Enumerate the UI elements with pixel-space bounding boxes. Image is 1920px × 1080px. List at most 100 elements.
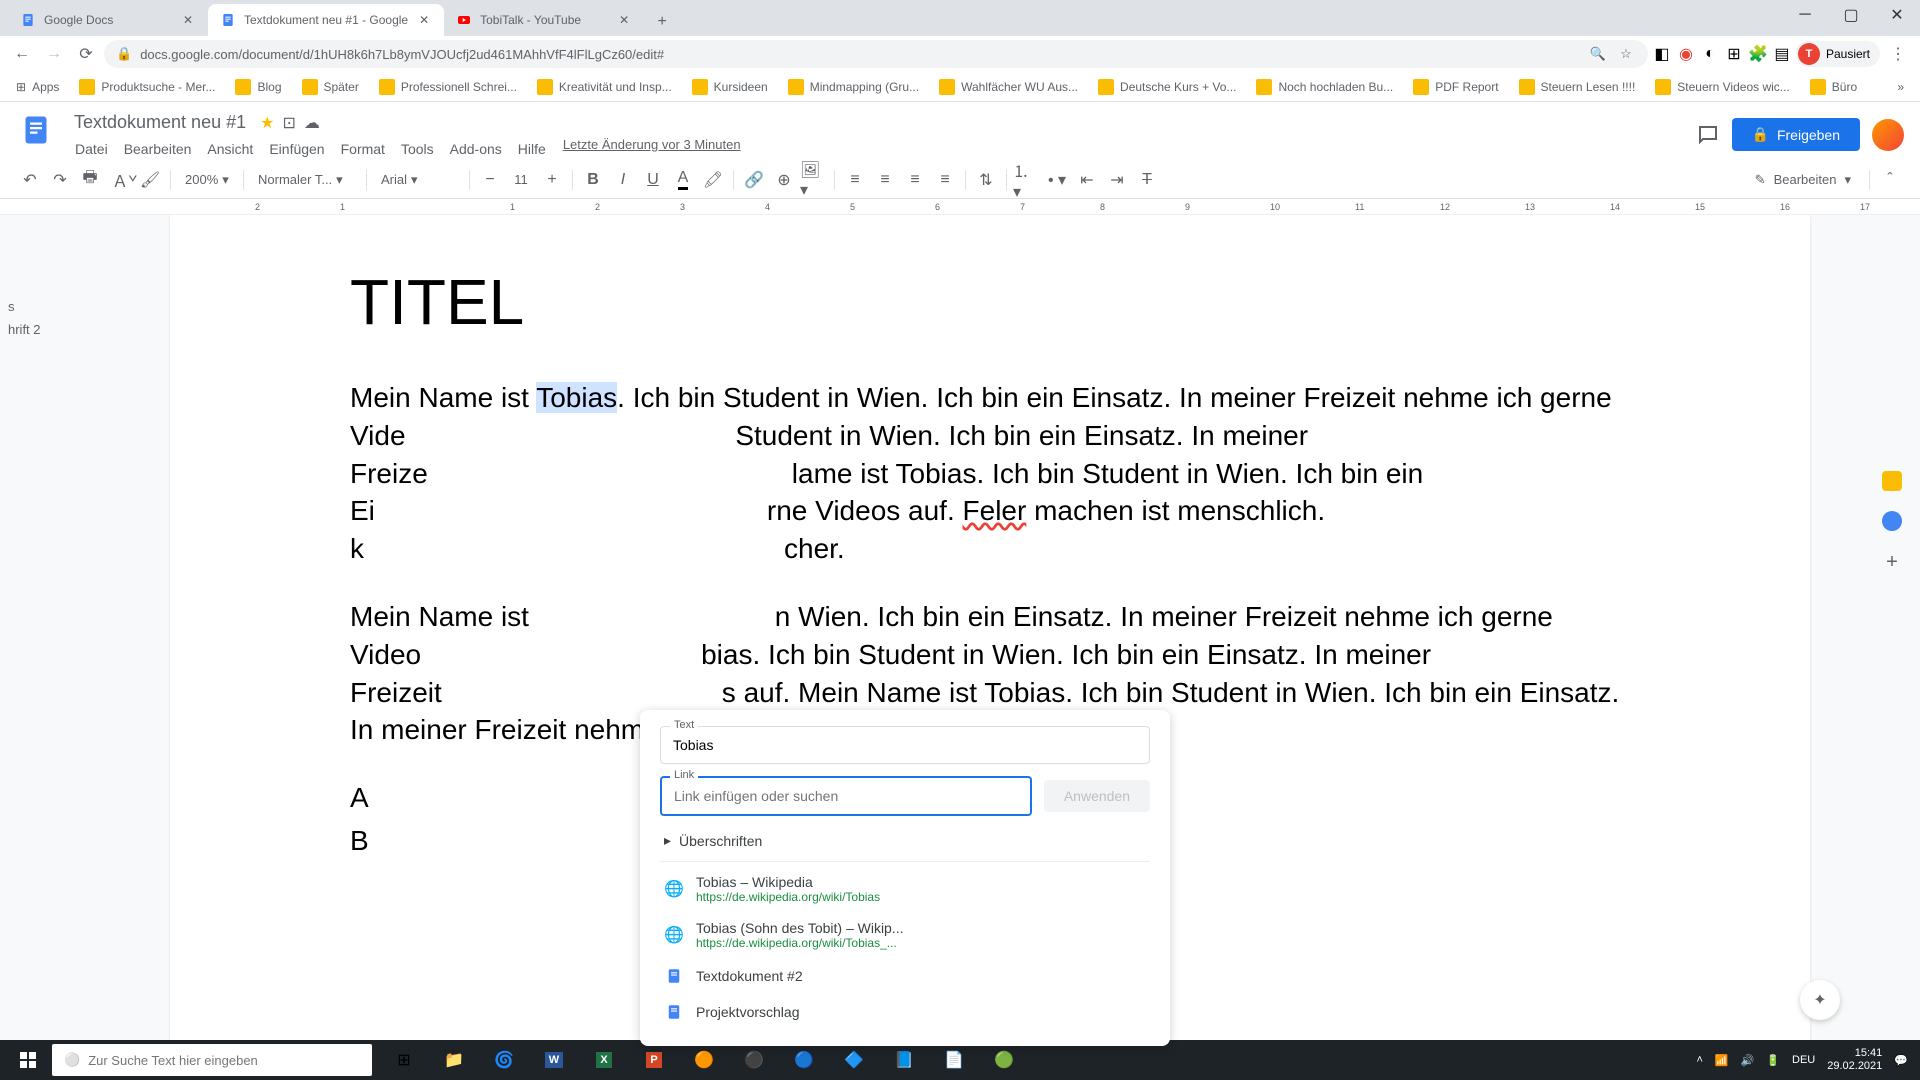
bookmark-item[interactable]: Noch hochladen Bu... [1248, 75, 1401, 99]
chrome-menu-button[interactable]: ⋮ [1884, 40, 1912, 68]
chrome-icon[interactable]: 🔵 [780, 1040, 828, 1080]
browser-tab[interactable]: Google Docs ✕ [8, 4, 208, 36]
move-icon[interactable]: ⊡ [282, 113, 295, 133]
bookmark-item[interactable]: PDF Report [1405, 75, 1506, 99]
extension-icon[interactable]: ◐ [1700, 44, 1720, 64]
menu-insert[interactable]: Einfügen [262, 137, 331, 161]
document-title[interactable]: Textdokument neu #1 [68, 110, 252, 135]
bookmark-item[interactable]: Steuern Lesen !!!! [1511, 75, 1644, 99]
task-view-button[interactable]: ⊞ [380, 1040, 428, 1080]
app-icon[interactable]: 🟠 [680, 1040, 728, 1080]
taskbar-search[interactable]: ⚪ Zur Suche Text hier eingeben [52, 1044, 372, 1076]
word-icon[interactable]: W [530, 1040, 578, 1080]
close-window-button[interactable]: ✕ [1874, 0, 1920, 30]
bookmark-item[interactable]: Mindmapping (Gru... [780, 75, 927, 99]
maximize-button[interactable]: ▢ [1828, 0, 1874, 30]
link-suggestion[interactable]: 🌐 Tobias (Sohn des Tobit) – Wikip... htt… [660, 912, 1150, 958]
profile-badge[interactable]: T Pausiert [1796, 41, 1880, 67]
browser-tab[interactable]: Textdokument neu #1 - Google ✕ [208, 4, 444, 36]
increase-font-button[interactable]: + [538, 166, 566, 194]
close-icon[interactable]: ✕ [616, 12, 632, 28]
outline-item[interactable]: hrift 2 [8, 318, 52, 341]
reload-button[interactable]: ⟳ [72, 40, 100, 68]
line-spacing-button[interactable]: ⇅ [972, 166, 1000, 194]
notification-icon[interactable]: 💬 [1894, 1054, 1908, 1067]
bookmark-item[interactable]: Blog [227, 75, 289, 99]
edge-icon[interactable]: 🔷 [830, 1040, 878, 1080]
spotify-icon[interactable]: 🟢 [980, 1040, 1028, 1080]
close-icon[interactable]: ✕ [180, 12, 196, 28]
apply-button[interactable]: Anwenden [1044, 780, 1150, 812]
reading-list-icon[interactable]: ▤ [1772, 44, 1792, 64]
zoom-icon[interactable]: 🔍 [1588, 44, 1608, 64]
docs-logo-icon[interactable] [16, 110, 56, 150]
align-justify-button[interactable]: ≡ [931, 166, 959, 194]
extension-icon[interactable]: ◧ [1652, 44, 1672, 64]
comment-history-icon[interactable] [1696, 123, 1720, 147]
tasks-icon[interactable] [1882, 511, 1902, 531]
add-sidebar-button[interactable]: + [1886, 551, 1898, 574]
language-indicator[interactable]: DEU [1792, 1054, 1815, 1066]
volume-icon[interactable]: 🔊 [1741, 1054, 1755, 1067]
menu-addons[interactable]: Add-ons [443, 137, 509, 161]
bookmark-item[interactable]: Kursideen [684, 75, 776, 99]
bookmark-item[interactable]: Wahlfächer WU Aus... [931, 75, 1086, 99]
user-avatar[interactable] [1872, 119, 1904, 151]
insert-image-button[interactable]: 🖼 ▾ [800, 166, 828, 194]
bookmark-item[interactable]: Deutsche Kurs + Vo... [1090, 75, 1244, 99]
extension-icon[interactable]: ⊞ [1724, 44, 1744, 64]
clear-formatting-button[interactable]: T [1133, 166, 1161, 194]
menu-edit[interactable]: Bearbeiten [117, 137, 199, 161]
font-select[interactable]: Arial ▾ [373, 168, 463, 192]
text-color-button[interactable]: A [669, 166, 697, 194]
minimize-button[interactable]: ─ [1782, 0, 1828, 30]
bookmark-item[interactable]: Später [294, 75, 367, 99]
undo-button[interactable]: ↶ [16, 166, 44, 194]
menu-view[interactable]: Ansicht [200, 137, 260, 161]
spellcheck-button[interactable]: Ａ̌ [106, 166, 134, 194]
extensions-menu-icon[interactable]: 🧩 [1748, 44, 1768, 64]
link-text-input[interactable] [660, 726, 1150, 764]
link-suggestion[interactable]: Textdokument #2 [660, 958, 1150, 994]
star-icon[interactable]: ★ [260, 113, 274, 133]
zoom-select[interactable]: 200% ▾ [177, 168, 237, 192]
bookmark-item[interactable]: Büro [1802, 75, 1865, 99]
decrease-font-button[interactable]: − [476, 166, 504, 194]
wifi-icon[interactable]: 📶 [1715, 1054, 1729, 1067]
collapse-toolbar-button[interactable]: ˆ [1876, 166, 1904, 194]
close-icon[interactable]: ✕ [416, 12, 432, 28]
align-right-button[interactable]: ≡ [901, 166, 929, 194]
battery-icon[interactable]: 🔋 [1766, 1054, 1780, 1067]
bold-button[interactable]: B [579, 166, 607, 194]
numbered-list-button[interactable]: ⒈ ▾ [1013, 166, 1041, 194]
apps-button[interactable]: ⊞Apps [8, 76, 67, 98]
italic-button[interactable]: I [609, 166, 637, 194]
increase-indent-button[interactable]: ⇥ [1103, 166, 1131, 194]
start-button[interactable] [4, 1040, 52, 1080]
file-explorer-icon[interactable]: 📁 [430, 1040, 478, 1080]
excel-icon[interactable]: X [580, 1040, 628, 1080]
bookmark-item[interactable]: Professionell Schrei... [371, 75, 525, 99]
editing-mode-select[interactable]: ✎ Bearbeiten ▾ [1743, 168, 1863, 192]
powerpoint-icon[interactable]: P [630, 1040, 678, 1080]
ruler[interactable]: 2 1 1 2 3 4 5 6 7 8 9 10 11 12 13 14 15 … [0, 199, 1920, 215]
link-suggestion[interactable]: Projektvorschlag [660, 994, 1150, 1030]
bookmark-item[interactable]: Steuern Videos wic... [1647, 75, 1798, 99]
print-button[interactable]: 🖶 [76, 166, 104, 194]
new-tab-button[interactable]: + [648, 8, 676, 36]
menu-format[interactable]: Format [334, 137, 392, 161]
redo-button[interactable]: ↷ [46, 166, 74, 194]
add-comment-button[interactable]: ⊕ [770, 166, 798, 194]
back-button[interactable]: ← [8, 40, 36, 68]
browser-tab[interactable]: TobiTalk - YouTube ✕ [444, 4, 644, 36]
app-icon[interactable]: 📄 [930, 1040, 978, 1080]
menu-help[interactable]: Hilfe [511, 137, 553, 161]
insert-link-button[interactable]: 🔗 [740, 166, 768, 194]
app-icon[interactable]: 📘 [880, 1040, 928, 1080]
explore-button[interactable]: ✦ [1800, 980, 1840, 1020]
paint-format-button[interactable]: 🖌 [136, 166, 164, 194]
menu-tools[interactable]: Tools [394, 137, 441, 161]
link-suggestion[interactable]: 🌐 Tobias – Wikipedia https://de.wikipedi… [660, 866, 1150, 912]
edge-icon[interactable]: 🌀 [480, 1040, 528, 1080]
share-button[interactable]: 🔒 Freigeben [1732, 118, 1860, 151]
